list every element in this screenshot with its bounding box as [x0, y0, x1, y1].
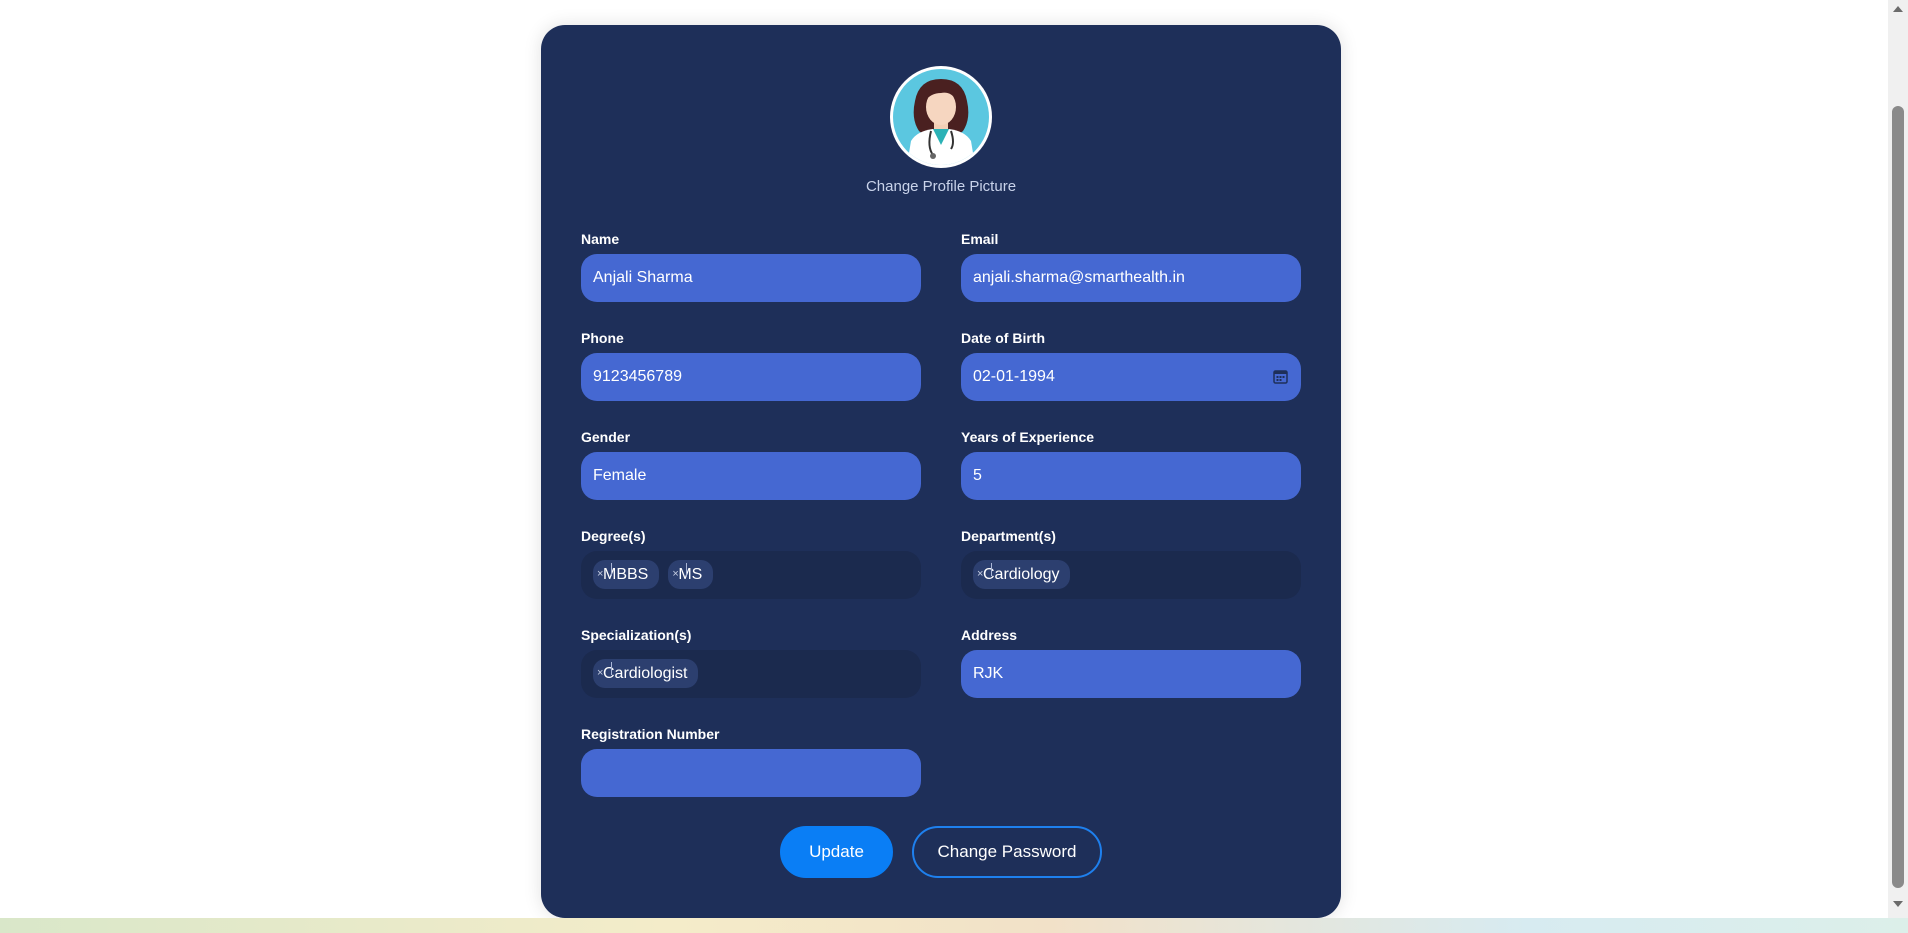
- page-viewport: Change Profile Picture Name Anjali Sharm…: [0, 0, 1888, 918]
- name-field-group: Name Anjali Sharma: [581, 231, 921, 302]
- chip-remove-icon[interactable]: ×: [672, 560, 678, 589]
- experience-field-group: Years of Experience 5: [961, 429, 1301, 500]
- degrees-label: Degree(s): [581, 528, 646, 544]
- address-field-group: Address RJK: [961, 627, 1301, 698]
- scroll-down-arrow-icon[interactable]: [1893, 901, 1903, 907]
- degree-chip-label: MS: [678, 566, 703, 583]
- degrees-field-group: Degree(s) × MBBS × MS: [581, 528, 921, 599]
- vertical-scrollbar[interactable]: [1888, 0, 1908, 918]
- change-password-button[interactable]: Change Password: [912, 826, 1102, 878]
- experience-label: Years of Experience: [961, 429, 1095, 445]
- dob-value: 02-01-1994: [973, 368, 1055, 385]
- gender-select[interactable]: Female: [581, 452, 921, 500]
- registration-field-group: Registration Number: [581, 726, 921, 797]
- calendar-icon[interactable]: [1273, 369, 1288, 384]
- gender-field-group: Gender Female: [581, 429, 921, 500]
- degrees-multiselect[interactable]: × MBBS × MS: [581, 551, 921, 599]
- profile-card: Change Profile Picture Name Anjali Sharm…: [541, 25, 1341, 918]
- chip-remove-icon[interactable]: ×: [597, 560, 603, 589]
- registration-label: Registration Number: [581, 726, 720, 742]
- dob-label: Date of Birth: [961, 330, 1045, 346]
- taskbar-strip: [0, 918, 1908, 933]
- doctor-avatar-icon: [893, 69, 989, 165]
- registration-input[interactable]: [581, 749, 921, 797]
- dob-input[interactable]: 02-01-1994: [961, 353, 1301, 401]
- departments-multiselect[interactable]: × Cardiology: [961, 551, 1301, 599]
- scroll-up-arrow-icon[interactable]: [1893, 6, 1903, 12]
- update-button[interactable]: Update: [780, 826, 893, 878]
- profile-avatar[interactable]: [890, 66, 992, 168]
- chip-remove-icon[interactable]: ×: [977, 560, 983, 589]
- dob-field-group: Date of Birth 02-01-1994: [961, 330, 1301, 401]
- change-profile-picture-link[interactable]: Change Profile Picture: [541, 178, 1341, 195]
- email-input[interactable]: anjali.sharma@smarthealth.in: [961, 254, 1301, 302]
- scrollbar-thumb[interactable]: [1892, 106, 1904, 888]
- department-chip: × Cardiology: [973, 560, 1071, 589]
- address-label: Address: [961, 627, 1018, 643]
- degree-chip: × MBBS: [593, 560, 660, 589]
- specializations-label: Specialization(s): [581, 627, 692, 643]
- specialization-chip-label: Cardiologist: [603, 665, 688, 682]
- department-chip-label: Cardiology: [983, 566, 1060, 583]
- degree-chip-label: MBBS: [603, 566, 649, 583]
- email-label: Email: [961, 231, 999, 247]
- experience-input[interactable]: 5: [961, 452, 1301, 500]
- name-input[interactable]: Anjali Sharma: [581, 254, 921, 302]
- gender-label: Gender: [581, 429, 631, 445]
- specializations-multiselect[interactable]: × Cardiologist: [581, 650, 921, 698]
- phone-field-group: Phone 9123456789: [581, 330, 921, 401]
- specialization-chip: × Cardiologist: [593, 659, 699, 688]
- phone-label: Phone: [581, 330, 624, 346]
- chip-remove-icon[interactable]: ×: [597, 659, 603, 688]
- specializations-field-group: Specialization(s) × Cardiologist: [581, 627, 921, 698]
- departments-field-group: Department(s) × Cardiology: [961, 528, 1301, 599]
- phone-input[interactable]: 9123456789: [581, 353, 921, 401]
- departments-label: Department(s): [961, 528, 1056, 544]
- email-field-group: Email anjali.sharma@smarthealth.in: [961, 231, 1301, 302]
- name-label: Name: [581, 231, 620, 247]
- address-input[interactable]: RJK: [961, 650, 1301, 698]
- degree-chip: × MS: [668, 560, 714, 589]
